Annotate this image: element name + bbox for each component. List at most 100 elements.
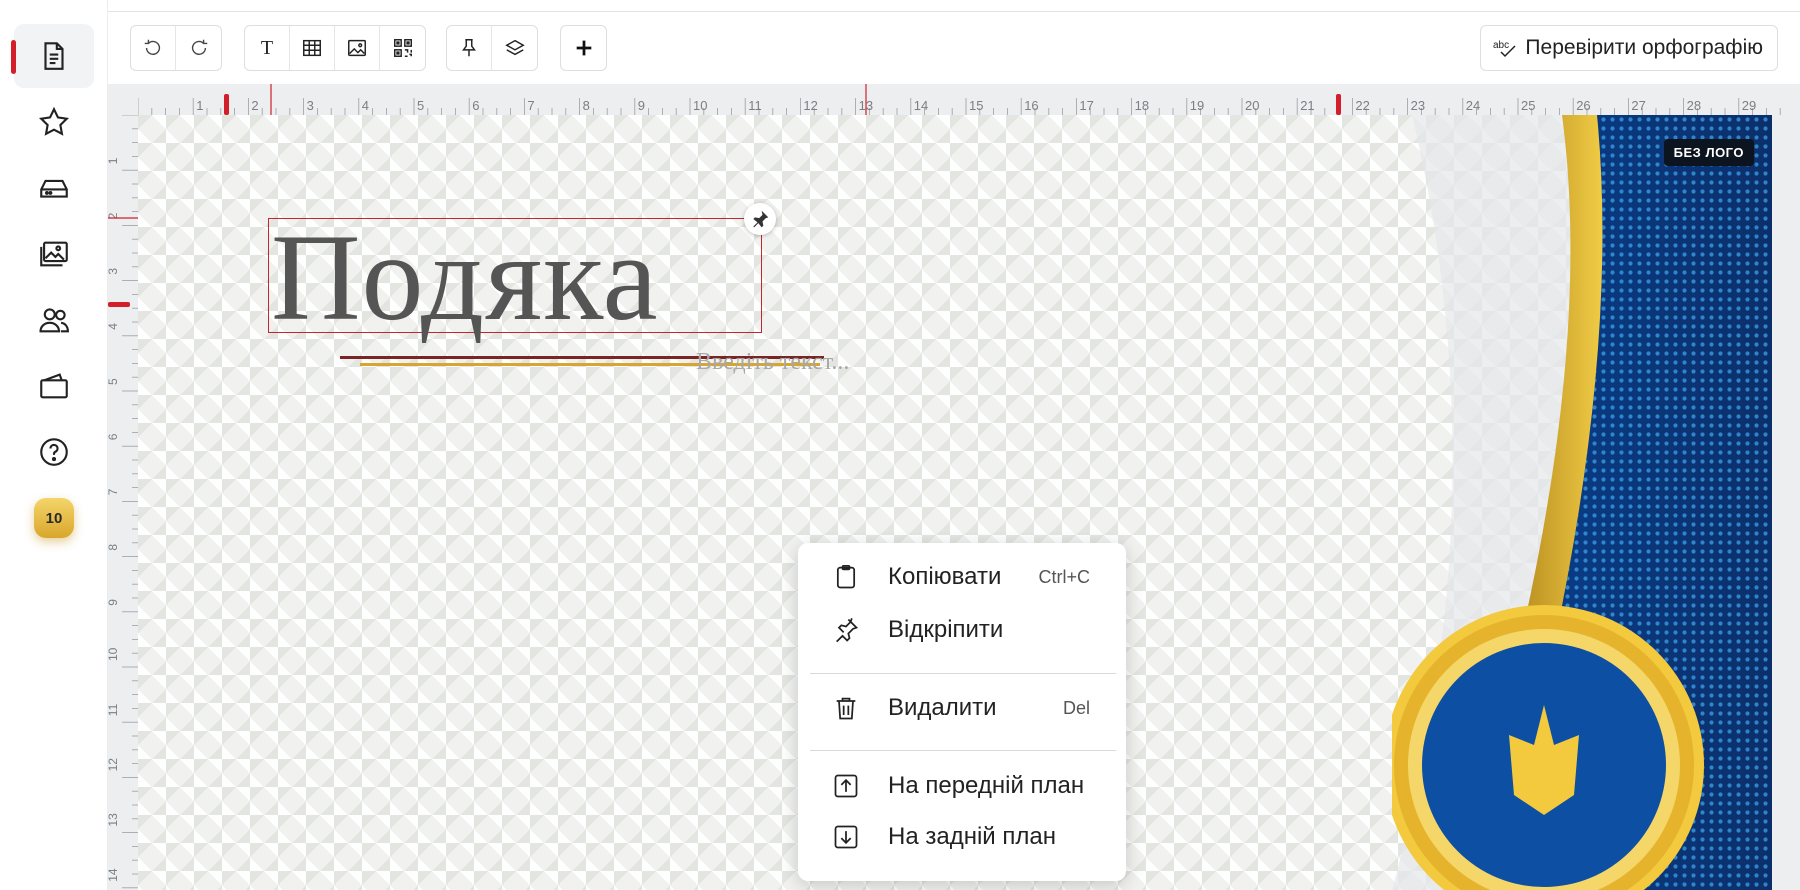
top-strip bbox=[108, 0, 1800, 12]
wallet-icon bbox=[40, 373, 68, 399]
no-logo-badge[interactable]: БЕЗ ЛОГО bbox=[1663, 139, 1754, 166]
menu-item-send-back[interactable]: На задній план bbox=[798, 813, 1126, 861]
undo-icon bbox=[144, 39, 161, 55]
add-element-button[interactable] bbox=[561, 26, 606, 70]
layers-icon bbox=[504, 39, 525, 56]
ruler-label: 10 bbox=[108, 647, 120, 661]
ruler-label: 8 bbox=[583, 98, 590, 113]
spellcheck-label: Перевірити орфографію bbox=[1525, 36, 1763, 59]
document-canvas[interactable]: БЕЗ ЛОГО Подяка Введіть текст... Копіюва… bbox=[138, 115, 1772, 890]
pin-button[interactable] bbox=[447, 26, 492, 70]
ruler-label: 2 bbox=[251, 98, 258, 113]
send-back-icon bbox=[834, 825, 858, 849]
document-icon bbox=[44, 42, 64, 70]
drive-icon bbox=[40, 179, 68, 198]
menu-label: Копіювати bbox=[888, 563, 1002, 590]
users-icon bbox=[39, 308, 69, 333]
ruler-label: 16 bbox=[1024, 98, 1038, 113]
layers-button[interactable] bbox=[492, 26, 537, 70]
ruler-label: 27 bbox=[1631, 98, 1645, 113]
menu-shortcut: Ctrl+C bbox=[1038, 566, 1090, 587]
sidebar-item-drive[interactable] bbox=[14, 156, 94, 220]
ruler-label: 14 bbox=[108, 868, 120, 882]
sidebar-item-images[interactable] bbox=[14, 222, 94, 286]
ruler-label: 6 bbox=[108, 433, 120, 440]
margin-marker bbox=[1336, 94, 1341, 115]
certificate-title[interactable]: Подяка bbox=[271, 207, 659, 349]
margin-marker bbox=[108, 302, 130, 307]
ruler-label: 17 bbox=[1079, 98, 1093, 113]
ruler-label: 23 bbox=[1411, 98, 1425, 113]
ruler-label: 10 bbox=[693, 98, 707, 113]
add-image-button[interactable] bbox=[335, 26, 380, 70]
redo-button[interactable] bbox=[176, 26, 221, 70]
add-qr-button[interactable] bbox=[380, 26, 425, 70]
help-icon bbox=[40, 438, 68, 466]
title-selection-box[interactable]: Подяка bbox=[268, 209, 762, 346]
ruler-label: 9 bbox=[108, 599, 120, 606]
text-placeholder[interactable]: Введіть текст... bbox=[696, 349, 849, 376]
menu-label: Видалити bbox=[888, 694, 997, 721]
ruler-label: 1 bbox=[108, 157, 120, 164]
menu-divider bbox=[810, 673, 1116, 674]
add-text-button[interactable]: T bbox=[245, 26, 290, 70]
ruler-label: 26 bbox=[1576, 98, 1590, 113]
ruler-label: 22 bbox=[1355, 98, 1369, 113]
credits-badge: 10 bbox=[34, 498, 74, 538]
ruler-label: 12 bbox=[108, 758, 120, 772]
undo-button[interactable] bbox=[131, 26, 176, 70]
ruler-label: 20 bbox=[1245, 98, 1259, 113]
app: 10 T abc Перевірити орфографію 1 2 3 4 5… bbox=[0, 0, 1800, 890]
menu-label: На задній план bbox=[888, 823, 1056, 850]
add-group bbox=[560, 25, 607, 71]
ruler-label: 28 bbox=[1687, 98, 1701, 113]
redo-icon bbox=[191, 39, 207, 55]
ruler-label: 6 bbox=[472, 98, 479, 113]
spellcheck-button[interactable]: abc Перевірити орфографію bbox=[1480, 25, 1778, 71]
pin-icon bbox=[462, 39, 476, 57]
history-group bbox=[130, 25, 222, 71]
pin-icon bbox=[753, 210, 769, 228]
image-icon bbox=[348, 39, 366, 57]
clipboard-icon bbox=[836, 565, 856, 589]
sidebar-item-document[interactable] bbox=[11, 24, 94, 88]
menu-label: На передній план bbox=[888, 772, 1085, 799]
context-menu: Копіювати Ctrl+C Відкріпити Видалити Del… bbox=[798, 543, 1126, 881]
certificate-decoration bbox=[1392, 115, 1772, 890]
ruler-label: 9 bbox=[638, 98, 645, 113]
sidebar-item-help[interactable] bbox=[14, 420, 94, 484]
pinned-indicator[interactable] bbox=[744, 203, 776, 235]
arrange-group bbox=[446, 25, 538, 71]
svg-text:abc: abc bbox=[1493, 40, 1509, 51]
menu-item-copy[interactable]: Копіювати Ctrl+C bbox=[798, 553, 1126, 601]
menu-label: Відкріпити bbox=[888, 616, 1004, 643]
margin-marker bbox=[224, 94, 229, 115]
trash-icon bbox=[836, 697, 856, 720]
menu-item-unpin[interactable]: Відкріпити bbox=[798, 606, 1126, 654]
bring-front-icon bbox=[834, 774, 858, 798]
menu-item-delete[interactable]: Видалити Del bbox=[798, 684, 1126, 732]
ruler-label: 4 bbox=[108, 323, 120, 330]
table-icon bbox=[303, 39, 321, 57]
sidebar-item-wallet[interactable] bbox=[14, 354, 94, 418]
ruler-label: 11 bbox=[108, 703, 120, 716]
menu-shortcut: Del bbox=[1062, 697, 1090, 718]
ruler-label: 3 bbox=[108, 268, 120, 275]
sidebar-item-favorites[interactable] bbox=[14, 90, 94, 154]
ruler-label: 8 bbox=[108, 544, 120, 551]
ruler-label: 19 bbox=[1190, 98, 1204, 113]
sidebar-item-users[interactable] bbox=[14, 288, 94, 352]
qr-code-icon bbox=[393, 39, 412, 57]
pin-icon bbox=[836, 618, 859, 643]
toolbar: T abc Перевірити орфографію bbox=[108, 12, 1800, 84]
ruler-label: 18 bbox=[1135, 98, 1149, 113]
ruler-label: 5 bbox=[108, 378, 120, 385]
vertical-ruler[interactable]: 1234567891011121314 bbox=[108, 115, 138, 890]
ruler-label: 12 bbox=[803, 98, 817, 113]
sidebar-item-credits[interactable]: 10 bbox=[14, 486, 94, 550]
horizontal-ruler[interactable]: 1 2 3 4 5 6 7 8 9 10 11 12 13 14 15 16 17 18 19 20 21 22 23 24 2… bbox=[138, 84, 1800, 115]
ruler-label: 24 bbox=[1466, 98, 1480, 113]
add-table-button[interactable] bbox=[290, 26, 335, 70]
menu-item-bring-front[interactable]: На передній план bbox=[798, 762, 1126, 810]
ruler-label: 29 bbox=[1742, 98, 1756, 113]
